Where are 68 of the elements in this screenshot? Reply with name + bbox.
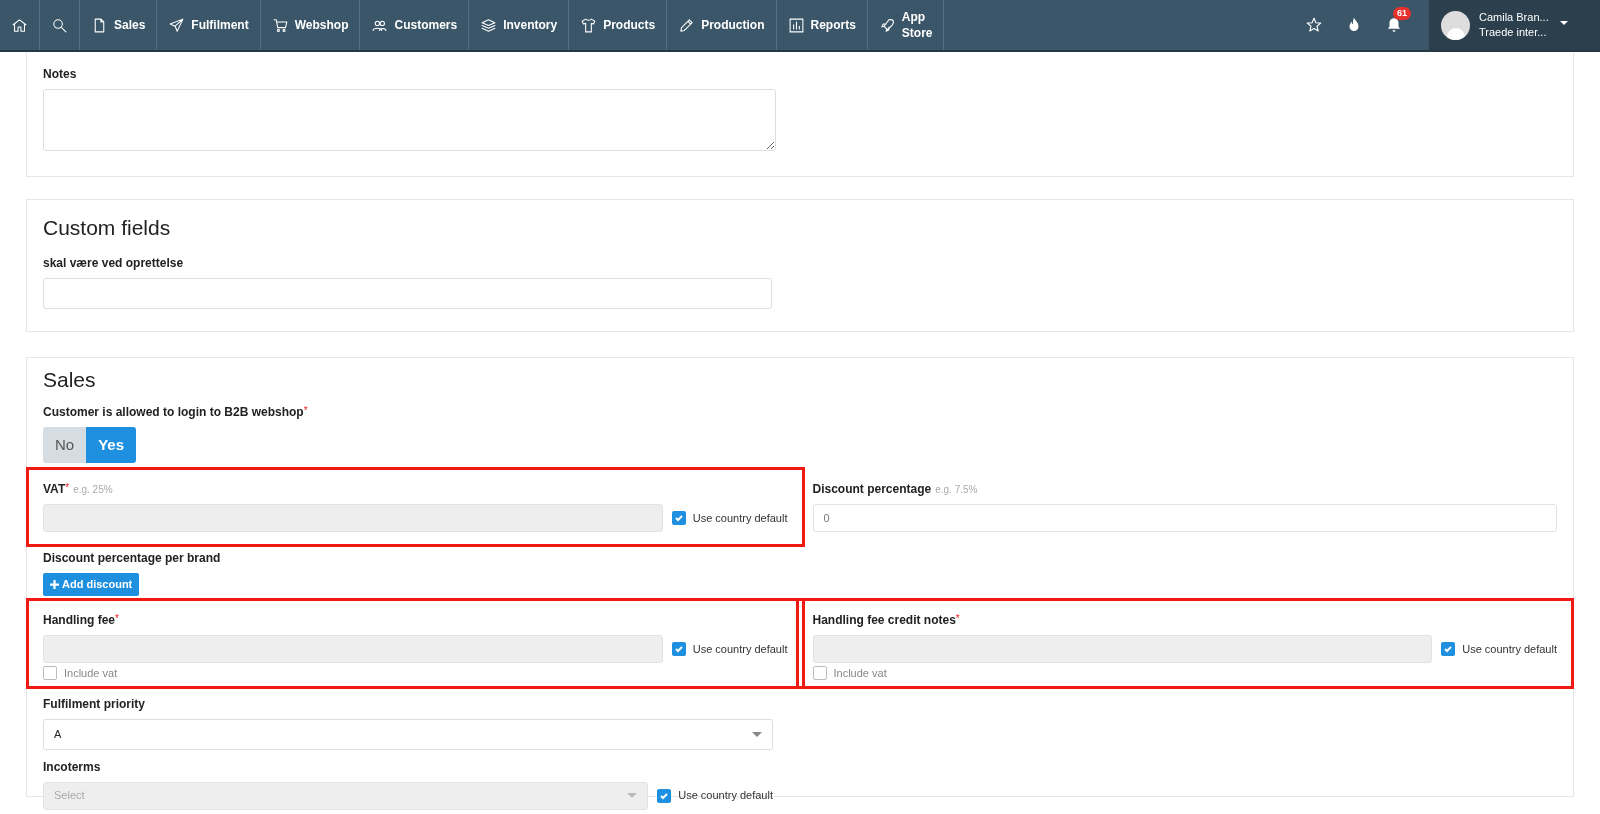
star-icon[interactable]: [1305, 16, 1323, 34]
nav-item[interactable]: Production: [667, 0, 777, 50]
search-icon: [51, 16, 68, 34]
t-shirt-icon: [580, 16, 598, 34]
layers-icon: [480, 16, 498, 34]
field-label: Discount percentage per brand: [43, 550, 221, 567]
user-name: Camila Bran...: [1479, 10, 1549, 25]
caret-icon: [1559, 21, 1568, 25]
checkbox-label: Use country default: [692, 510, 788, 526]
field-label: Discount percentage: [812, 481, 932, 498]
checkmark-icon: [673, 644, 684, 654]
checkbox-label: Use country default: [692, 641, 788, 657]
checkbox-label: Use country default: [1462, 641, 1557, 657]
caret-icon: [627, 793, 638, 798]
paper-plane-icon: [168, 16, 186, 34]
avatar-icon: [1441, 10, 1470, 40]
checkmark-icon: [673, 513, 684, 523]
nav-item[interactable]: Fulfilment: [157, 0, 261, 50]
field-hint: e.g. 25%: [73, 483, 113, 497]
select-field[interactable]: A: [43, 718, 773, 750]
field-label: Incoterms: [43, 758, 101, 776]
text-field[interactable]: 0: [812, 504, 1557, 532]
nav-item[interactable]: Reports: [776, 0, 868, 50]
checkbox[interactable]: [812, 666, 827, 681]
required-asterisk: *: [65, 481, 70, 495]
toggle-option[interactable]: No: [43, 427, 87, 463]
checkbox[interactable]: [1441, 642, 1456, 656]
checkbox[interactable]: [671, 511, 686, 525]
notes-field[interactable]: [43, 89, 776, 151]
field-label: Notes: [43, 66, 77, 83]
bar-chart-icon: [787, 16, 805, 34]
checkbox-label: Include vat: [833, 666, 887, 681]
section-title: Sales: [43, 366, 97, 393]
notification-badge: 61: [1393, 7, 1411, 20]
field-label: Fulfilment priority: [43, 695, 145, 713]
nav-item[interactable]: Webshop: [260, 0, 361, 50]
checkmark-icon: [659, 790, 670, 801]
nav-item[interactable]: Customers: [360, 0, 470, 50]
nav-item[interactable]: Products: [569, 0, 668, 50]
field-label: skal være ved oprettelse: [43, 254, 184, 272]
nav-item[interactable]: Sales: [80, 0, 158, 50]
home-icon: [11, 16, 28, 34]
plus-icon: [50, 580, 59, 589]
nav-item[interactable]: App Store: [867, 0, 944, 50]
field-label: VAT: [43, 481, 66, 498]
field-hint: e.g. 7.5%: [935, 483, 978, 497]
user-menu[interactable]: Camila Bran... Traede inter...: [1429, 0, 1600, 50]
field-label: Handling fee: [43, 612, 115, 629]
caret-icon: [752, 731, 762, 737]
pencil-icon: [678, 16, 696, 34]
text-field[interactable]: [43, 277, 772, 309]
rocket-icon: [878, 16, 896, 34]
checkbox[interactable]: [43, 666, 57, 681]
checkbox-label: Use country default: [678, 788, 773, 804]
checkbox-label: Include vat: [64, 666, 118, 681]
section-title: Custom fields: [43, 215, 172, 241]
checkbox[interactable]: [657, 788, 672, 803]
company-name: Traede inter...: [1479, 25, 1548, 40]
required-asterisk: *: [303, 404, 308, 416]
required-asterisk: *: [955, 612, 960, 626]
checkmark-icon: [1443, 644, 1454, 654]
checkbox[interactable]: [671, 642, 686, 656]
field-label: Handling fee credit notes: [812, 612, 956, 629]
nav-item[interactable]: Inventory: [469, 0, 570, 50]
cart-icon: [271, 16, 289, 34]
required-asterisk: *: [115, 612, 119, 626]
bell-icon[interactable]: [1385, 16, 1403, 34]
field-label: Customer is allowed to login to B2B webshop: [43, 404, 304, 421]
